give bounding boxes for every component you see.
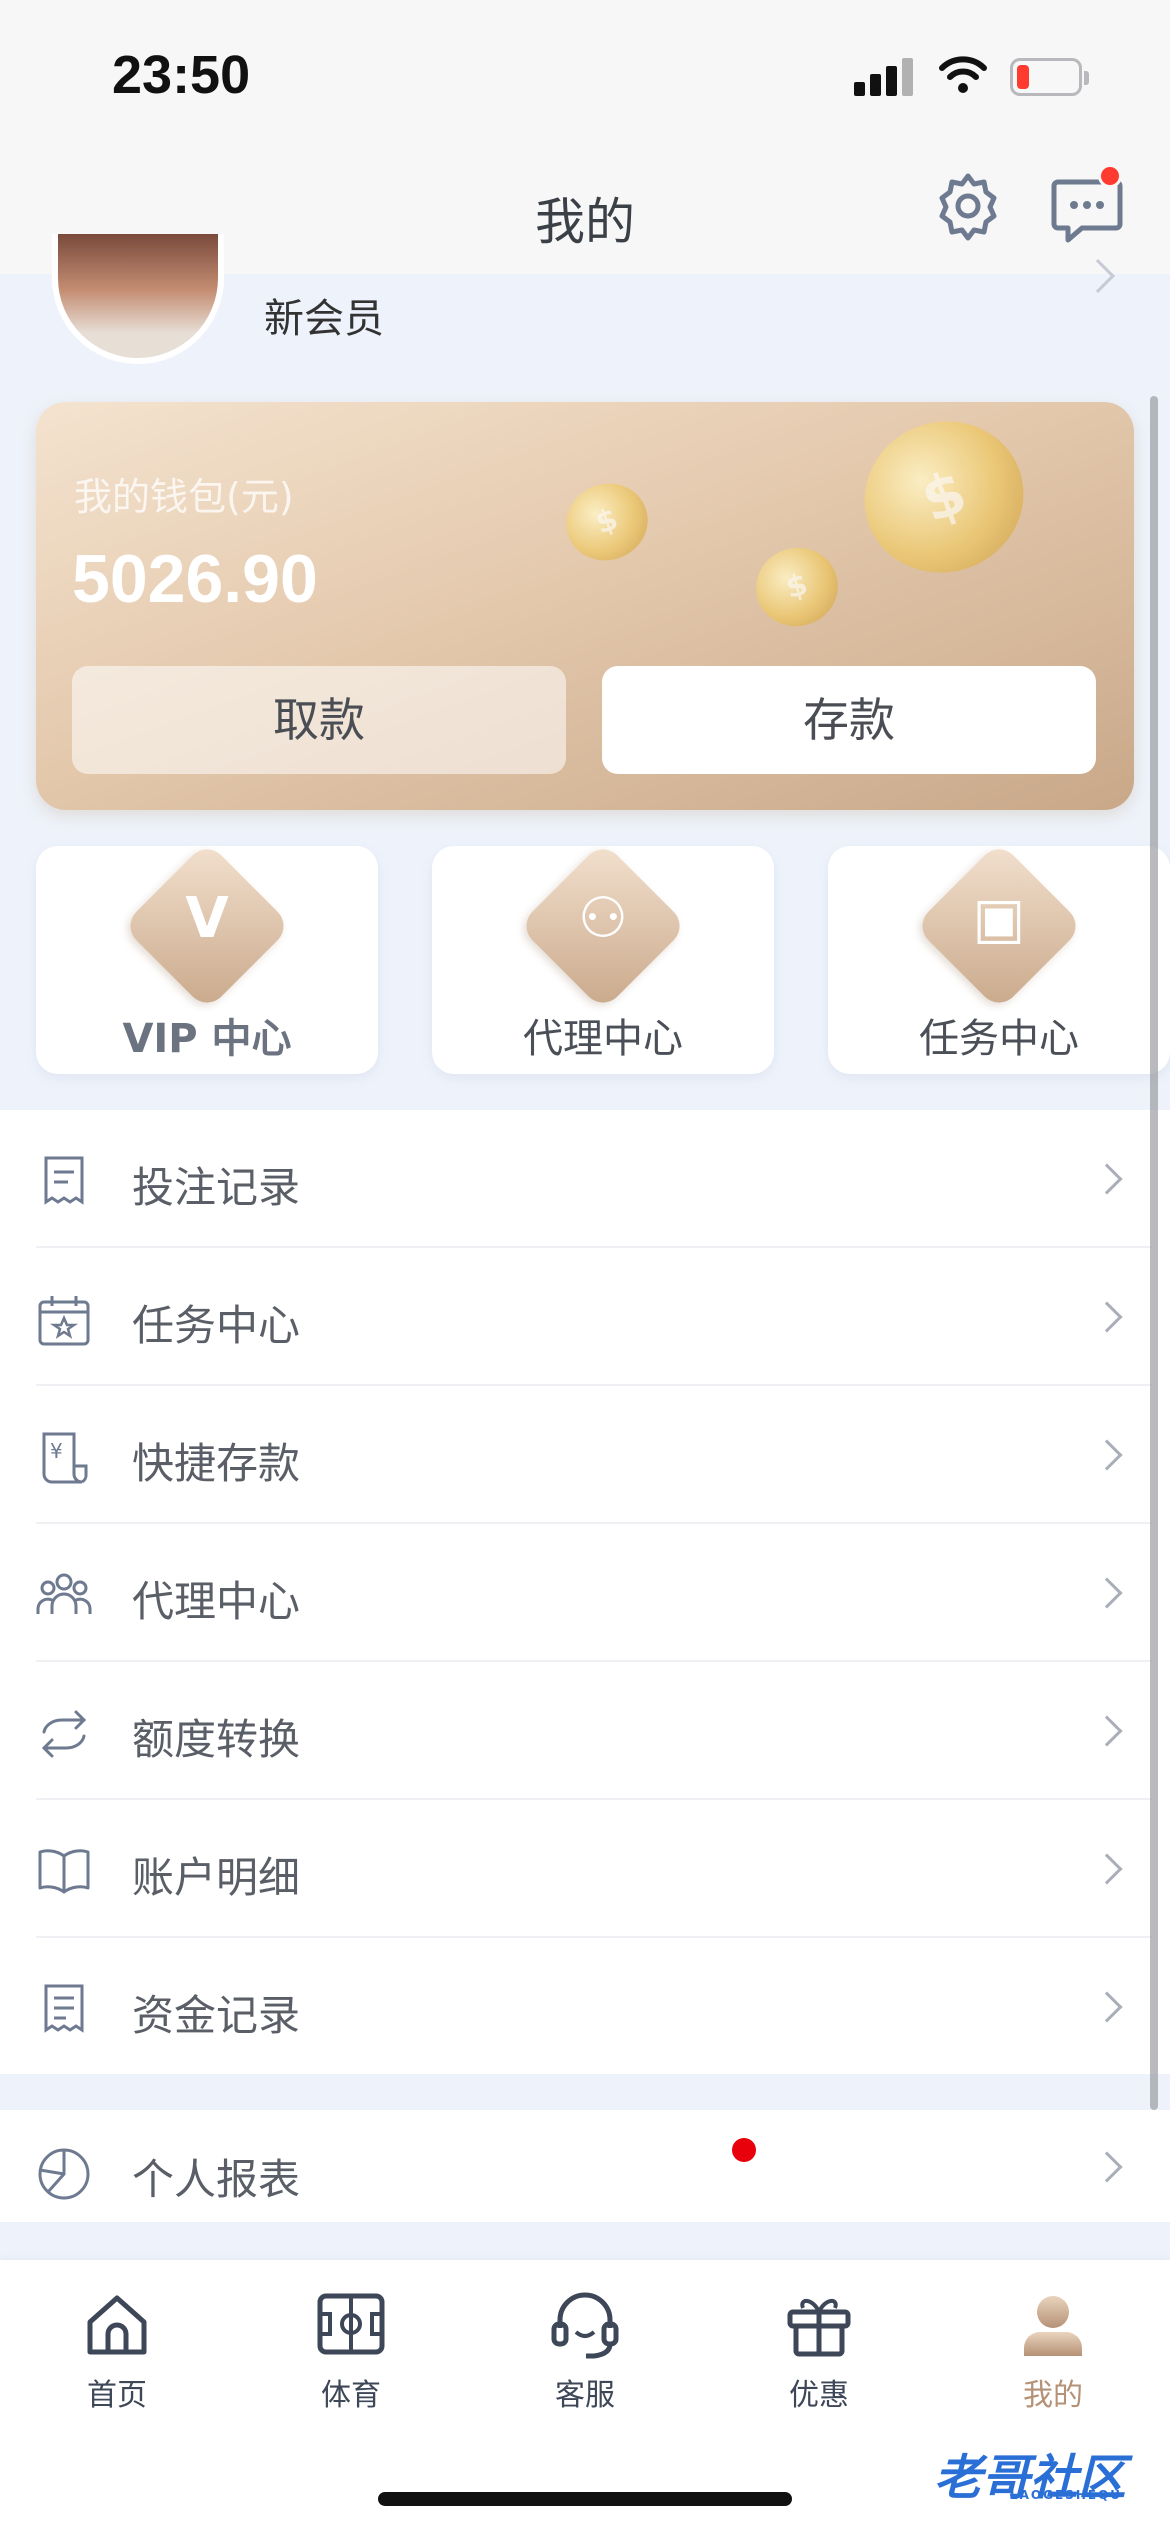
red-dot-badge — [732, 2138, 756, 2162]
agent-center-tile[interactable]: ⚇ 代理中心 — [432, 841, 774, 1074]
menu-item-quota-transfer[interactable]: 额度转换 — [36, 1662, 1152, 1800]
agent-glyph: ⚇ — [577, 886, 629, 951]
vip-glyph: V — [185, 886, 229, 951]
tab-mine[interactable]: 我的 — [936, 2290, 1170, 2413]
notification-badge — [1098, 164, 1122, 188]
gift-icon — [787, 2299, 851, 2357]
menu-item-bet-records[interactable]: 投注记录 — [36, 1110, 1152, 1248]
tile-label: VIP 中心 — [122, 1016, 292, 1062]
menu-item-label: 任务中心 — [132, 1301, 301, 1350]
menu-item-task-center[interactable]: 任务中心 — [36, 1248, 1152, 1386]
battery-icon — [1010, 58, 1089, 96]
yen-receipt-icon: ¥ — [42, 1432, 88, 1484]
pie-chart-icon — [38, 2148, 90, 2200]
tab-label: 优惠 — [789, 2378, 849, 2413]
chevron-right-icon — [1091, 1991, 1123, 2023]
wallet-label: 我的钱包(元) — [74, 475, 294, 519]
menu-item-agent-center[interactable]: 代理中心 — [36, 1524, 1152, 1662]
profile-header[interactable]: 新会员 — [0, 234, 1170, 394]
tab-label: 客服 — [555, 2378, 615, 2413]
tab-label: 首页 — [87, 2378, 147, 2413]
menu-list-secondary: 个人报表 — [0, 2110, 1170, 2222]
home-indicator — [378, 2492, 792, 2506]
watermark-subtext: LAOGESHEQU — [1010, 2488, 1123, 2502]
chevron-right-icon — [1091, 2151, 1123, 2183]
tab-promotions[interactable]: 优惠 — [702, 2290, 936, 2413]
menu-item-label: 投注记录 — [132, 1163, 301, 1212]
member-level: 新会员 — [264, 296, 384, 342]
chevron-right-icon — [1091, 1715, 1123, 1747]
tab-bar: 首页 体育 客服 优惠 我的 老哥社区 LAOGESHEQU — [0, 2260, 1170, 2532]
tab-home[interactable]: 首页 — [0, 2290, 234, 2413]
chevron-right-icon — [1091, 1163, 1123, 1195]
wifi-icon — [939, 56, 987, 93]
tile-label: 代理中心 — [523, 1016, 683, 1062]
chevron-right-icon — [1091, 1853, 1123, 1885]
wallet-card: 我的钱包(元) 5026.90 $ $ $ 取款 存款 — [36, 402, 1134, 810]
document-icon — [44, 1984, 84, 2033]
menu-item-fund-records[interactable]: 资金记录 — [36, 1938, 1152, 2076]
gear-icon[interactable] — [932, 170, 1004, 242]
wallet-balance: 5026.90 — [72, 541, 318, 617]
home-icon — [87, 2295, 147, 2355]
menu-item-label: 账户明细 — [132, 1853, 301, 1902]
receipt-icon — [44, 1156, 84, 1205]
headset-icon — [551, 2292, 619, 2359]
vip-center-tile[interactable]: V VIP 中心 — [36, 841, 378, 1074]
tab-support[interactable]: 客服 — [468, 2290, 702, 2413]
menu-item-quick-deposit[interactable]: ¥ 快捷存款 — [36, 1386, 1152, 1524]
chevron-right-icon — [1091, 1301, 1123, 1333]
tab-sports[interactable]: 体育 — [234, 2290, 468, 2413]
menu-item-label: 快捷存款 — [132, 1439, 301, 1488]
status-bar: 23:50 — [0, 0, 1170, 140]
people-icon — [36, 1573, 92, 1614]
chevron-right-icon — [1091, 1577, 1123, 1609]
avatar[interactable] — [52, 234, 224, 364]
menu-item-account-details[interactable]: 账户明细 — [36, 1800, 1152, 1938]
transfer-icon — [41, 1710, 87, 1758]
coin-icon: $ — [843, 402, 1045, 595]
cellular-signal-icon — [854, 56, 914, 96]
menu-item-label: 额度转换 — [132, 1715, 301, 1764]
tile-label: 任务中心 — [919, 1016, 1079, 1062]
book-icon — [38, 1849, 90, 1894]
withdraw-button[interactable]: 取款 — [72, 666, 566, 774]
task-center-tile[interactable]: ▣ 任务中心 — [828, 841, 1170, 1074]
svg-text:¥: ¥ — [50, 1439, 63, 1463]
watermark-logo: 老哥社区 LAOGESHEQU — [934, 2438, 1160, 2506]
menu-item-label: 个人报表 — [132, 2155, 301, 2204]
tab-label: 体育 — [321, 2378, 381, 2413]
menu-item-label: 代理中心 — [132, 1577, 301, 1626]
scrollbar[interactable] — [1150, 396, 1158, 2110]
menu-item-label: 资金记录 — [132, 1991, 301, 2040]
chevron-right-icon — [1091, 1439, 1123, 1471]
deposit-button[interactable]: 存款 — [602, 666, 1096, 774]
menu-item-personal-report[interactable]: 个人报表 — [36, 2110, 1152, 2222]
user-icon — [1024, 2296, 1082, 2356]
calendar-star-icon — [38, 1296, 90, 1346]
menu-list: 投注记录 任务中心 ¥ 快捷存款 代理中心 额度转换 账户明细 资金记录 — [0, 1110, 1170, 2074]
coin-icon: $ — [555, 472, 659, 572]
tab-label: 我的 — [1023, 2378, 1083, 2413]
status-time: 23:50 — [112, 45, 251, 105]
task-glyph: ▣ — [972, 886, 1026, 951]
field-icon — [317, 2293, 385, 2355]
coin-icon: $ — [747, 538, 847, 636]
